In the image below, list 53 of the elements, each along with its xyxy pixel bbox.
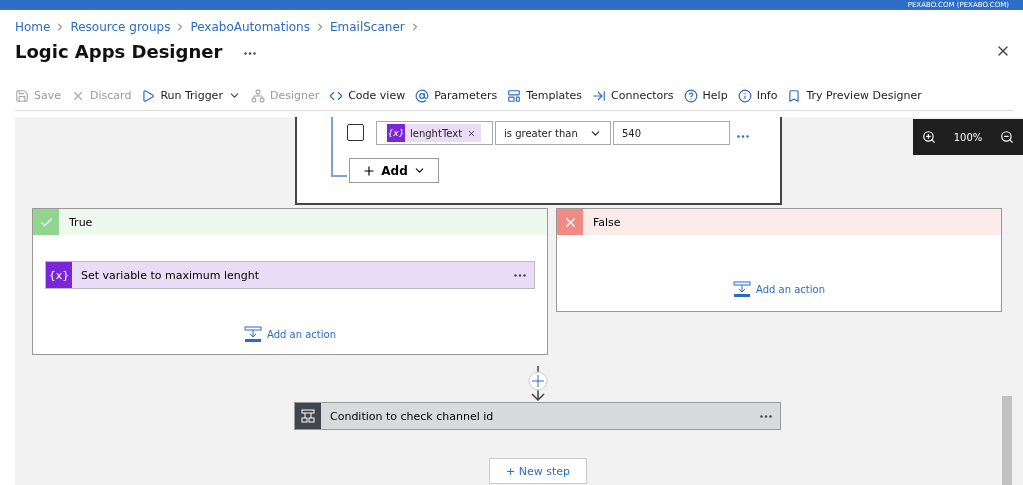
toolbar-button[interactable]: Parameters: [415, 88, 498, 103]
toolbar-icon: [250, 88, 265, 103]
toolbar-icon: [507, 88, 522, 103]
new-step-button[interactable]: + New step: [489, 458, 587, 484]
more-icon[interactable]: [760, 414, 772, 418]
action-title: Set variable to maximum lenght: [81, 268, 259, 282]
toolbar-icon: [737, 88, 752, 103]
more-icon[interactable]: [737, 135, 749, 138]
toolbar-icon: [15, 88, 29, 103]
condition-icon: [301, 409, 315, 423]
toolbar-button[interactable]: Code view: [329, 88, 406, 103]
toolbar-button[interactable]: Templates: [507, 88, 583, 103]
toolbar-icon: [683, 88, 698, 103]
action-card[interactable]: {x} Set variable to maximum lenght: [45, 261, 535, 289]
token-chip[interactable]: {x} lenghtText: [387, 124, 482, 142]
toolbar-button[interactable]: Run Trigger: [141, 88, 241, 103]
toolbar-button[interactable]: Help: [683, 88, 728, 103]
add-action-icon: [733, 281, 751, 297]
variable-icon: {x}: [46, 262, 72, 288]
branch-title: False: [593, 215, 621, 229]
plus-icon: [362, 163, 377, 178]
token-field[interactable]: {x} lenghtText: [376, 121, 493, 145]
breadcrumb-link[interactable]: Home: [15, 19, 51, 34]
connector-arrow: [528, 366, 548, 402]
toolbar-button[interactable]: Info: [737, 88, 778, 103]
toolbar-button[interactable]: Try Preview Designer: [787, 88, 922, 103]
more-icon[interactable]: [514, 273, 526, 277]
value-field[interactable]: 540: [613, 121, 730, 145]
toolbar-button[interactable]: Connectors: [592, 88, 674, 103]
operator-dropdown[interactable]: is greater than: [495, 121, 611, 145]
add-action-icon: [244, 326, 262, 342]
add-action-link[interactable]: Add an action: [733, 281, 825, 297]
toolbar-icon: [141, 88, 156, 103]
scrollbar-thumb[interactable]: [1002, 396, 1012, 485]
toolbar-icon: [787, 88, 802, 103]
zoom-out-icon[interactable]: [1000, 130, 1015, 144]
toolbar-icon: [592, 88, 607, 103]
add-button[interactable]: Add: [349, 158, 439, 183]
variable-icon: {x}: [387, 124, 405, 142]
breadcrumb-link[interactable]: PexaboAutomations: [190, 19, 310, 34]
breadcrumb-link[interactable]: EmailScaner: [329, 19, 405, 34]
breadcrumb-link[interactable]: Resource groups: [70, 19, 171, 34]
toolbar-icon: [415, 88, 430, 103]
add-action-link[interactable]: Add an action: [244, 326, 336, 342]
page-title: Logic Apps Designer: [15, 40, 223, 62]
checkbox[interactable]: [347, 124, 364, 141]
remove-icon[interactable]: [467, 128, 477, 138]
action-title: Condition to check channel id: [330, 409, 494, 423]
action-card[interactable]: Condition to check channel id: [294, 402, 781, 430]
more-icon[interactable]: [244, 52, 257, 55]
zoom-in-icon[interactable]: [921, 130, 936, 144]
zoom-level: 100%: [953, 131, 983, 143]
branch-title: True: [69, 215, 93, 229]
